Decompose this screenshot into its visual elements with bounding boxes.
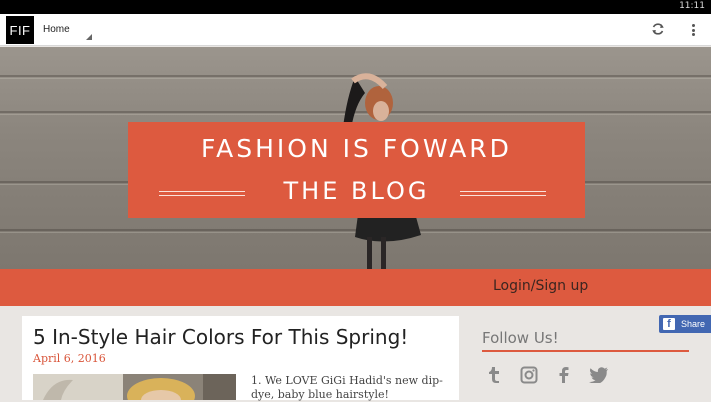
more-vert-icon[interactable]	[689, 22, 697, 38]
instagram-icon[interactable]	[518, 364, 540, 386]
login-bar: Login/Sign up	[0, 269, 711, 306]
page-selector-label[interactable]: Home	[43, 24, 70, 35]
facebook-share-button[interactable]: f Share	[659, 315, 711, 333]
facebook-icon[interactable]	[553, 364, 575, 386]
system-status-bar: 11:11	[0, 0, 711, 14]
post-excerpt: 1. We LOVE GiGi Hadid's new dip-dye, bab…	[251, 374, 443, 401]
hero-rule-right	[460, 191, 546, 196]
facebook-logo-icon: f	[663, 318, 675, 330]
twitter-icon[interactable]	[588, 364, 610, 386]
post-thumbnail-image[interactable]	[33, 374, 236, 400]
refresh-icon[interactable]	[651, 22, 665, 36]
login-signup-link[interactable]: Login/Sign up	[493, 278, 588, 294]
share-label: Share	[681, 319, 706, 329]
follow-us-divider	[482, 350, 689, 352]
dropdown-indicator-icon[interactable]	[86, 34, 92, 40]
hero-title-panel: FASHION IS FOWARD THE BLOG	[128, 122, 585, 218]
hero-title: FASHION IS FOWARD	[201, 134, 512, 163]
sidebar: Follow Us!	[470, 316, 690, 400]
post-title[interactable]: 5 In-Style Hair Colors For This Spring!	[33, 325, 408, 349]
hero-banner: FASHION IS FOWARD THE BLOG	[0, 47, 711, 269]
status-time: 11:11	[679, 1, 705, 11]
app-bar: FIF Home	[0, 14, 711, 46]
post-date: April 6, 2016	[33, 352, 106, 365]
follow-us-heading: Follow Us!	[482, 329, 559, 347]
app-logo[interactable]: FIF	[6, 16, 34, 44]
tumblr-icon[interactable]	[483, 364, 505, 386]
blog-post-card: 5 In-Style Hair Colors For This Spring! …	[22, 316, 459, 401]
